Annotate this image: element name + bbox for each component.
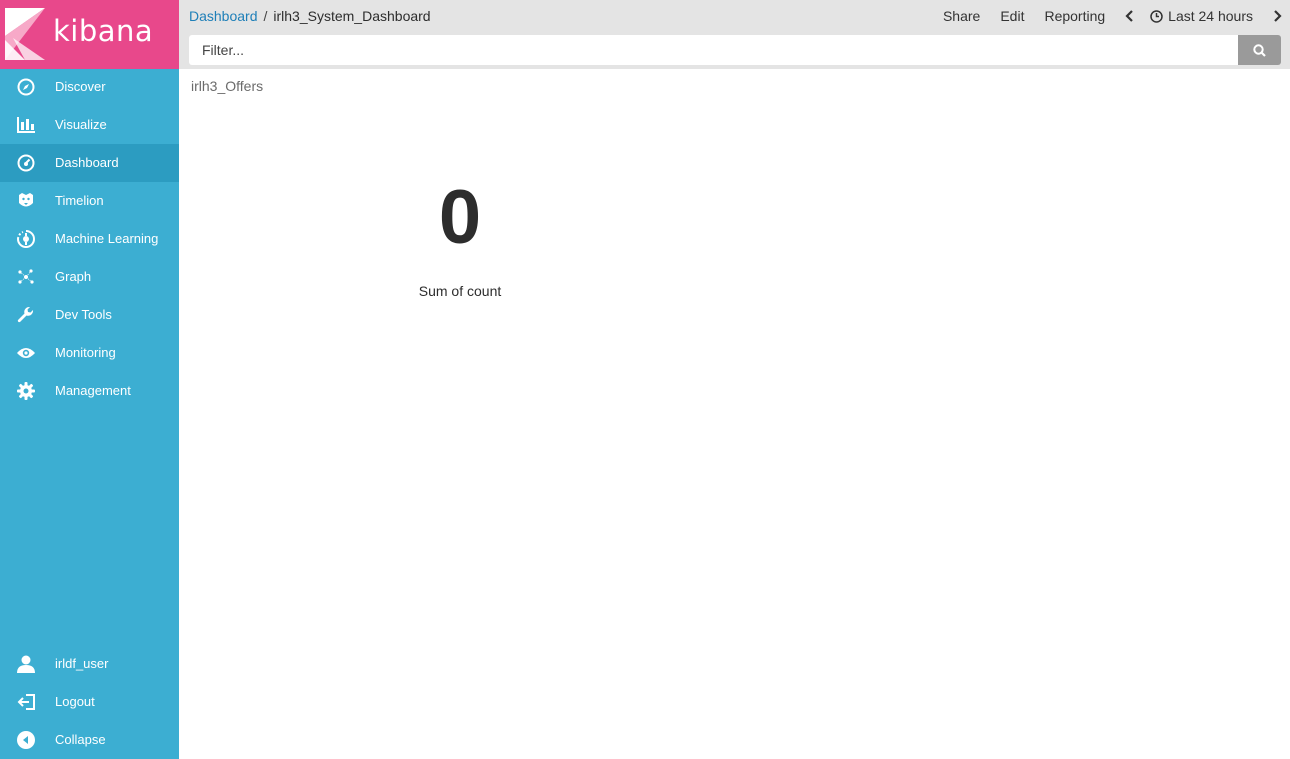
logout-icon	[16, 693, 36, 711]
kibana-logo[interactable]: kibana	[0, 0, 179, 69]
search-button[interactable]	[1238, 35, 1281, 65]
dashboard-icon	[16, 154, 36, 172]
time-back-button[interactable]	[1125, 10, 1134, 22]
metric-value: 0	[438, 175, 482, 260]
sidebar-item-label: Timelion	[55, 193, 104, 208]
search-icon	[1253, 43, 1266, 57]
sidebar-item-collapse[interactable]: Collapse	[0, 721, 179, 759]
sidebar-item-timelion[interactable]: Timelion	[0, 182, 179, 220]
eye-icon	[16, 344, 36, 362]
chevron-right-icon	[1274, 10, 1282, 22]
breadcrumb: Dashboard / irlh3_System_Dashboard	[189, 8, 431, 24]
compass-icon	[16, 78, 36, 96]
sidebar-item-dev-tools[interactable]: Dev Tools	[0, 296, 179, 334]
wrench-icon	[16, 306, 36, 324]
metric-label: Sum of count	[418, 283, 502, 299]
sidebar-item-logout[interactable]: Logout	[0, 683, 179, 721]
sidebar-item-label: Management	[55, 383, 131, 398]
breadcrumb-dashboard-link[interactable]: Dashboard	[189, 8, 258, 24]
machine-learning-icon	[16, 230, 36, 248]
time-forward-button[interactable]	[1273, 10, 1282, 22]
timelion-icon	[16, 192, 36, 210]
sidebar-item-label: Machine Learning	[55, 231, 159, 246]
chevron-left-icon	[1125, 10, 1133, 22]
sidebar-item-label: Visualize	[55, 117, 107, 132]
filter-bar	[189, 35, 1281, 65]
sidebar-item-discover[interactable]: Discover	[0, 68, 179, 106]
filter-input[interactable]	[189, 35, 1239, 65]
sidebar: kibana Discover Visualize Dashboard Time…	[0, 0, 179, 759]
sidebar-item-monitoring[interactable]: Monitoring	[0, 334, 179, 372]
kibana-logo-icon	[5, 8, 45, 60]
collapse-icon	[16, 731, 36, 749]
top-bar: Dashboard / irlh3_System_Dashboard Share E…	[179, 0, 1290, 69]
sidebar-item-graph[interactable]: Graph	[0, 258, 179, 296]
sidebar-item-dashboard[interactable]: Dashboard	[0, 144, 179, 182]
breadcrumb-current: irlh3_System_Dashboard	[273, 8, 431, 24]
bar-chart-icon	[16, 116, 36, 134]
brand-name: kibana	[53, 14, 154, 48]
sidebar-item-label: Discover	[55, 79, 106, 94]
time-picker-button[interactable]: Last 24 hours	[1150, 8, 1253, 24]
clock-icon	[1150, 9, 1163, 23]
sidebar-item-visualize[interactable]: Visualize	[0, 106, 179, 144]
sidebar-item-machine-learning[interactable]: Machine Learning	[0, 220, 179, 258]
sidebar-item-label: Logout	[55, 694, 95, 709]
sidebar-item-label: irldf_user	[55, 656, 109, 671]
time-range-label: Last 24 hours	[1168, 8, 1253, 24]
share-button[interactable]: Share	[943, 8, 980, 24]
breadcrumb-separator: /	[263, 8, 268, 24]
sidebar-item-label: Monitoring	[55, 345, 116, 360]
sidebar-item-label: Graph	[55, 269, 92, 284]
user-icon	[16, 655, 36, 673]
toolbar: Share Edit Reporting Last 24 hours	[943, 0, 1290, 32]
sidebar-item-label: Dev Tools	[55, 307, 112, 322]
sidebar-item-label: Collapse	[55, 732, 106, 747]
sidebar-item-label: Dashboard	[55, 155, 119, 170]
gear-icon	[16, 382, 36, 400]
edit-button[interactable]: Edit	[1000, 8, 1024, 24]
panel-title: irlh3_Offers	[191, 78, 264, 94]
sidebar-item-user[interactable]: irldf_user	[0, 645, 179, 683]
reporting-button[interactable]: Reporting	[1044, 8, 1105, 24]
graph-icon	[16, 268, 36, 286]
sidebar-item-management[interactable]: Management	[0, 372, 179, 410]
